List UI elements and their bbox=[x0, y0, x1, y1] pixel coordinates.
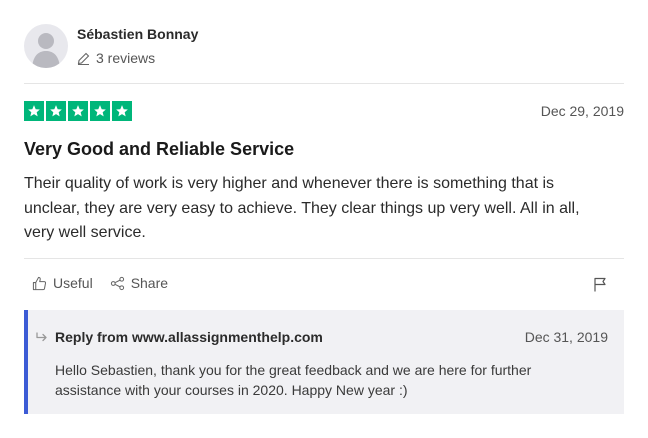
star-rating bbox=[24, 101, 132, 121]
useful-label: Useful bbox=[53, 275, 93, 291]
reply-heading: Reply from www.allassignmenthelp.com bbox=[36, 329, 323, 345]
pencil-icon bbox=[77, 52, 90, 65]
reply-arrow-icon bbox=[36, 332, 47, 342]
author-name[interactable]: Sébastien Bonnay bbox=[77, 26, 198, 42]
share-label: Share bbox=[130, 275, 169, 291]
share-icon bbox=[110, 276, 124, 290]
review-title[interactable]: Very Good and Reliable Service bbox=[24, 139, 294, 160]
divider bbox=[24, 258, 624, 259]
divider bbox=[24, 83, 624, 84]
review-count-label: 3 reviews bbox=[96, 50, 156, 66]
author-review-count: 3 reviews bbox=[77, 50, 155, 66]
avatar[interactable] bbox=[24, 24, 68, 68]
star-icon bbox=[68, 101, 88, 121]
flag-icon bbox=[594, 277, 606, 292]
review-date: Dec 29, 2019 bbox=[540, 103, 624, 119]
reply-date: Dec 31, 2019 bbox=[524, 329, 608, 345]
useful-button[interactable]: Useful bbox=[32, 275, 93, 291]
reply-body: Hello Sebastien, thank you for the great… bbox=[55, 362, 532, 398]
star-icon bbox=[90, 101, 110, 121]
star-icon bbox=[112, 101, 132, 121]
thumbs-up-icon bbox=[32, 276, 47, 290]
star-icon bbox=[46, 101, 66, 121]
review-body: Their quality of work is very higher and… bbox=[24, 175, 580, 241]
star-icon bbox=[24, 101, 44, 121]
review-actions: Useful Share bbox=[32, 275, 168, 291]
avatar-placeholder-icon bbox=[32, 33, 60, 68]
share-button[interactable]: Share bbox=[110, 275, 168, 291]
reply-heading-text: Reply from www.allassignmenthelp.com bbox=[55, 329, 323, 345]
report-flag-button[interactable] bbox=[593, 277, 607, 297]
company-reply: Reply from www.allassignmenthelp.com Dec… bbox=[24, 310, 624, 414]
